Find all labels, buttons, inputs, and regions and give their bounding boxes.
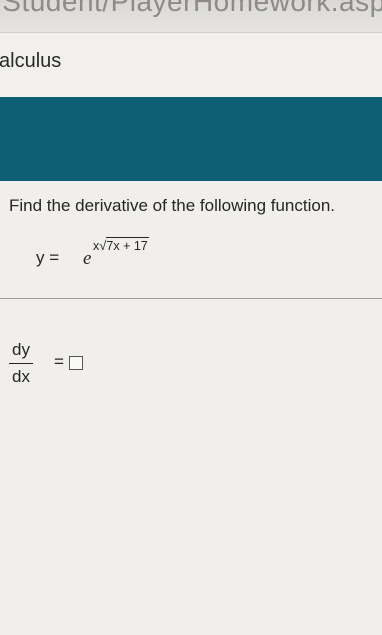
function-expression: y = e x√7x + 17 [36,237,236,278]
fraction-bar [9,363,33,364]
section-divider [0,298,382,299]
course-title: alculus [0,50,62,72]
equals-sign: = [54,352,64,371]
answer-input[interactable] [69,356,83,370]
answer-row: dy dx = [8,340,148,390]
browser-url-bar: /Student/PlayerHomework.aspx?homework [0,0,382,33]
url-text: /Student/PlayerHomework.aspx?homework [0,0,382,17]
derivative-numerator: dy [12,340,30,359]
question-instruction: Find the derivative of the following fun… [9,196,336,215]
function-lhs: y = [36,248,60,267]
header-banner [0,97,382,181]
function-exponent: x√7x + 17 [93,237,149,253]
radicand: 7x + 17 [106,237,149,253]
derivative-denominator: dx [12,367,30,386]
function-base: e [83,248,92,269]
